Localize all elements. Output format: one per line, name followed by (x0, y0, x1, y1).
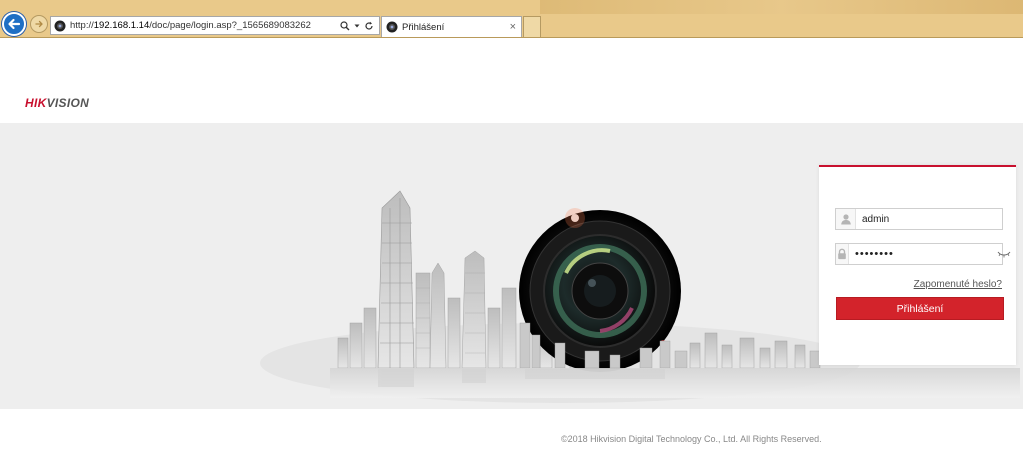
tab-favicon-icon (386, 21, 398, 33)
footer-copyright: ©2018 Hikvision Digital Technology Co., … (561, 434, 822, 444)
address-bar[interactable]: http://192.168.1.14/doc/page/login.asp?_… (50, 16, 380, 35)
url-path: /doc/page/login.asp?_1565689083262 (149, 20, 311, 31)
browser-tab-strip-background (540, 0, 1023, 14)
tab-close-icon[interactable]: × (510, 21, 516, 33)
browser-toolbar: http://192.168.1.14/doc/page/login.asp?_… (0, 0, 1023, 38)
arrow-right-icon (35, 20, 43, 28)
browser-back-button[interactable] (2, 12, 26, 36)
address-url[interactable]: http://192.168.1.14/doc/page/login.asp?_… (70, 20, 340, 31)
logo-hik-text: HIK (25, 96, 47, 110)
tab-title: Přihlášení (402, 21, 445, 33)
arrow-left-icon (8, 18, 21, 30)
new-tab-button[interactable] (523, 16, 541, 37)
user-icon (836, 209, 856, 229)
password-field[interactable] (835, 243, 1011, 265)
hikvision-logo: HIKVISION (25, 96, 89, 110)
url-prefix: http:// (70, 20, 94, 31)
browser-forward-button[interactable] (30, 15, 48, 33)
forgot-password-link[interactable]: Zapomenuté heslo? (914, 279, 1002, 290)
username-field[interactable] (835, 208, 1003, 230)
browser-tab-active[interactable]: Přihlášení × (381, 16, 522, 37)
refresh-icon[interactable] (364, 21, 374, 31)
login-panel: Zapomenuté heslo? Přihlášení (819, 165, 1016, 365)
url-host: 192.168.1.14 (93, 20, 150, 31)
page-favicon-icon (54, 20, 66, 31)
username-input[interactable] (856, 210, 1002, 228)
lock-icon (836, 244, 849, 264)
logo-vision-text: VISION (46, 96, 90, 110)
password-input[interactable] (849, 245, 997, 263)
search-icon[interactable] (340, 20, 350, 31)
dropdown-arrow-icon[interactable] (354, 23, 360, 29)
login-button[interactable]: Přihlášení (836, 297, 1004, 320)
show-password-eye-icon[interactable] (997, 248, 1011, 260)
